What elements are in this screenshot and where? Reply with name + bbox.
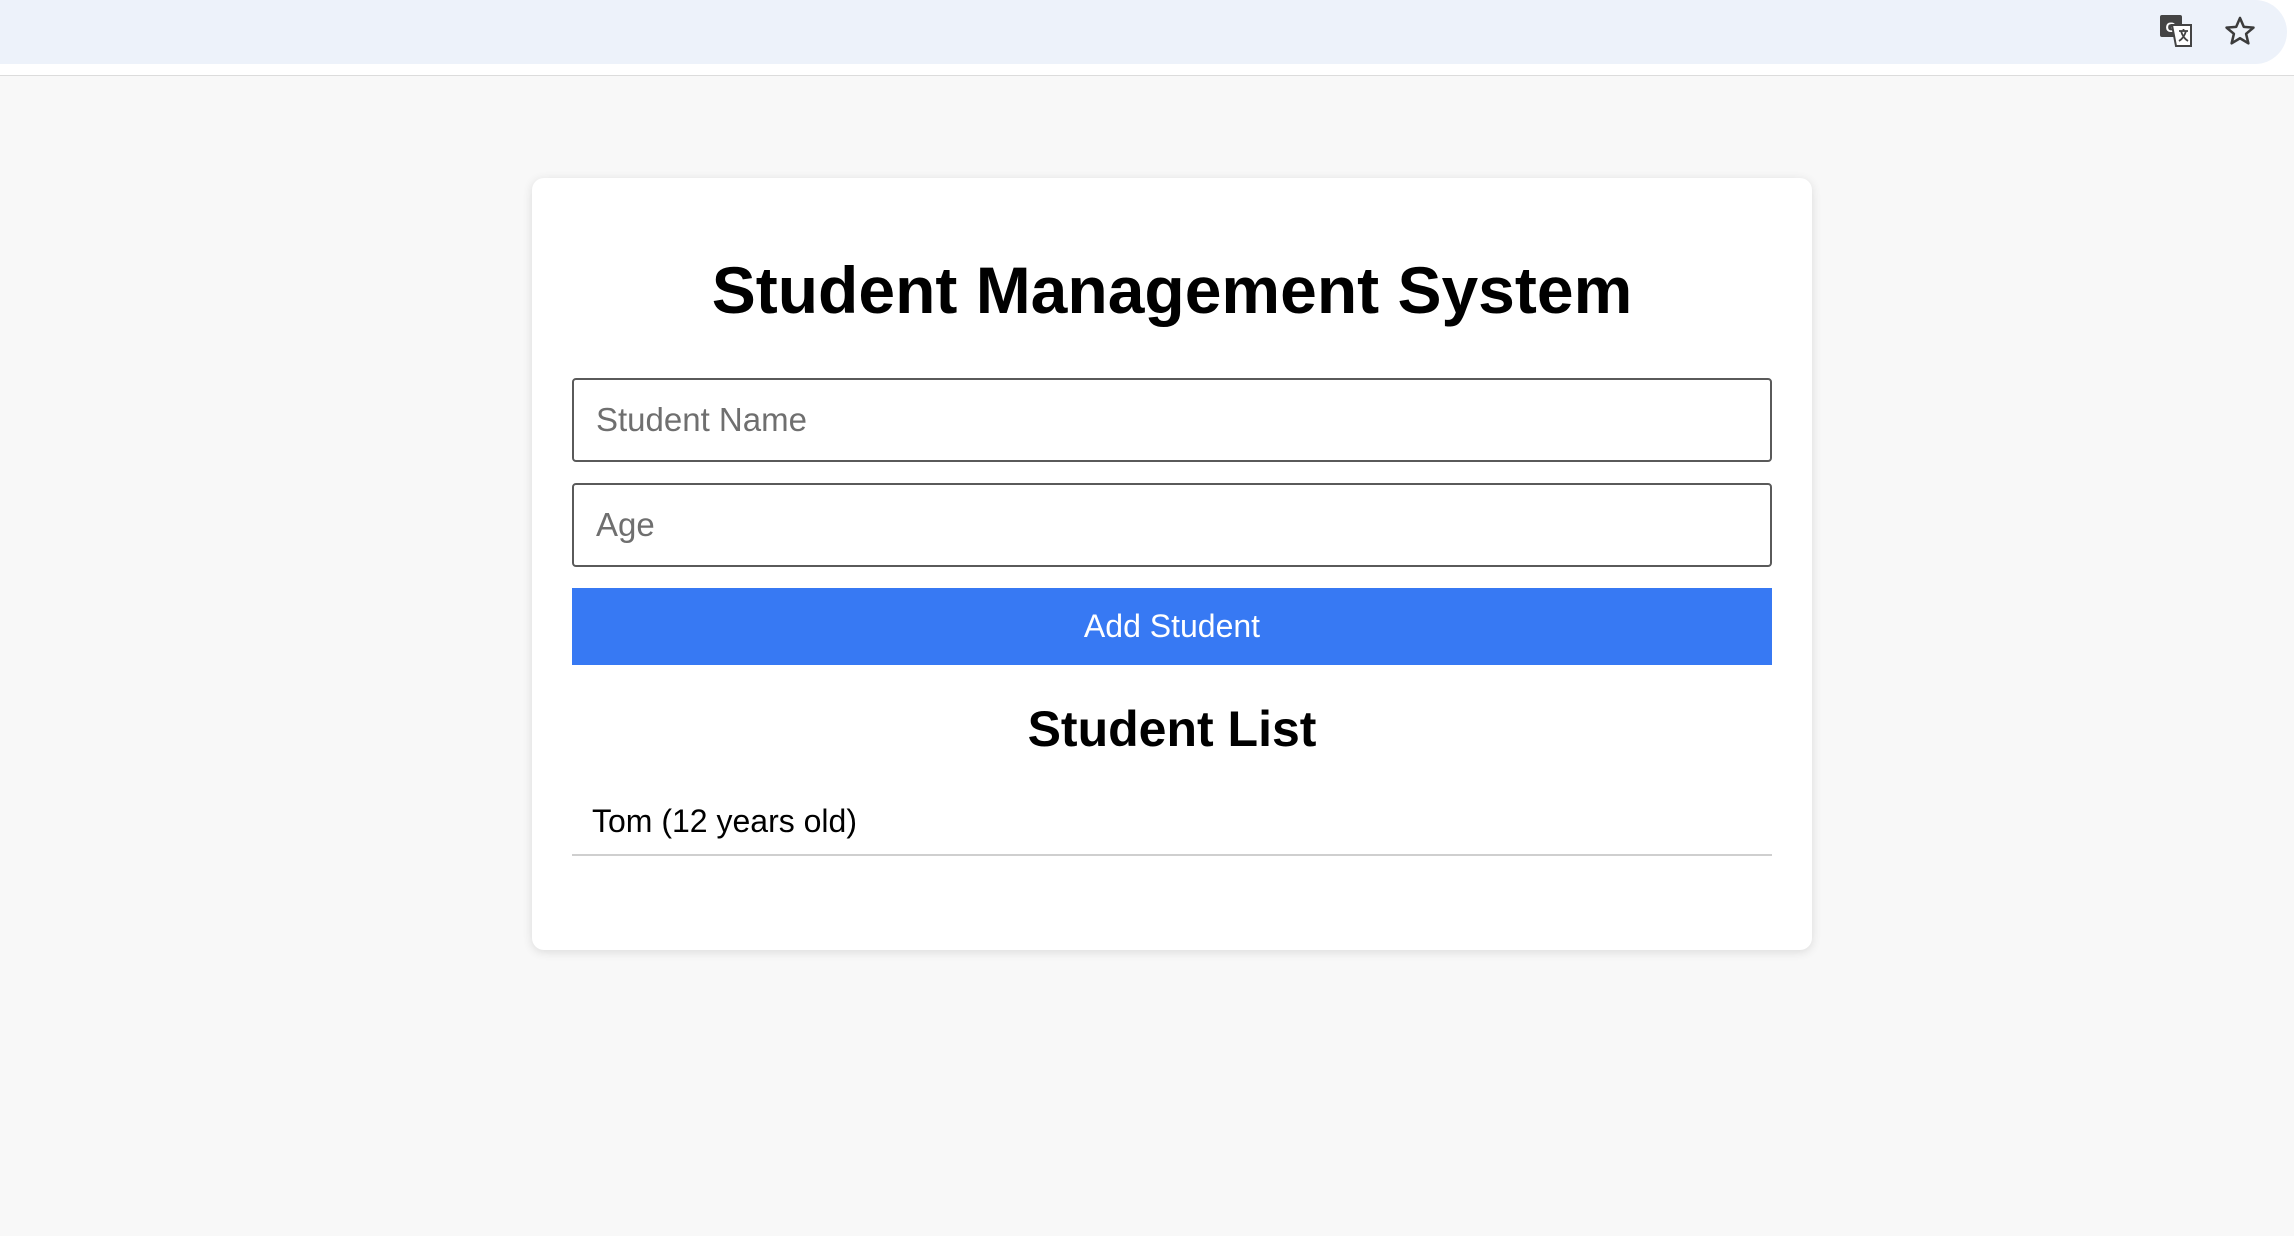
student-list-heading: Student List	[1027, 701, 1317, 757]
student-name-input[interactable]	[572, 378, 1772, 462]
student-management-card: Student Management System Add Student St…	[532, 178, 1812, 950]
star-icon[interactable]	[2220, 11, 2260, 51]
student-list: Tom (12 years old)	[572, 790, 1772, 856]
list-item: Tom (12 years old)	[572, 790, 1772, 856]
add-student-button[interactable]: Add Student	[572, 588, 1772, 665]
page-title: Student Management System	[711, 253, 1633, 327]
age-input[interactable]	[572, 483, 1772, 567]
address-bar[interactable]	[0, 0, 2287, 64]
browser-toolbar: G	[0, 0, 2294, 76]
translate-icon[interactable]: G	[2156, 11, 2196, 51]
